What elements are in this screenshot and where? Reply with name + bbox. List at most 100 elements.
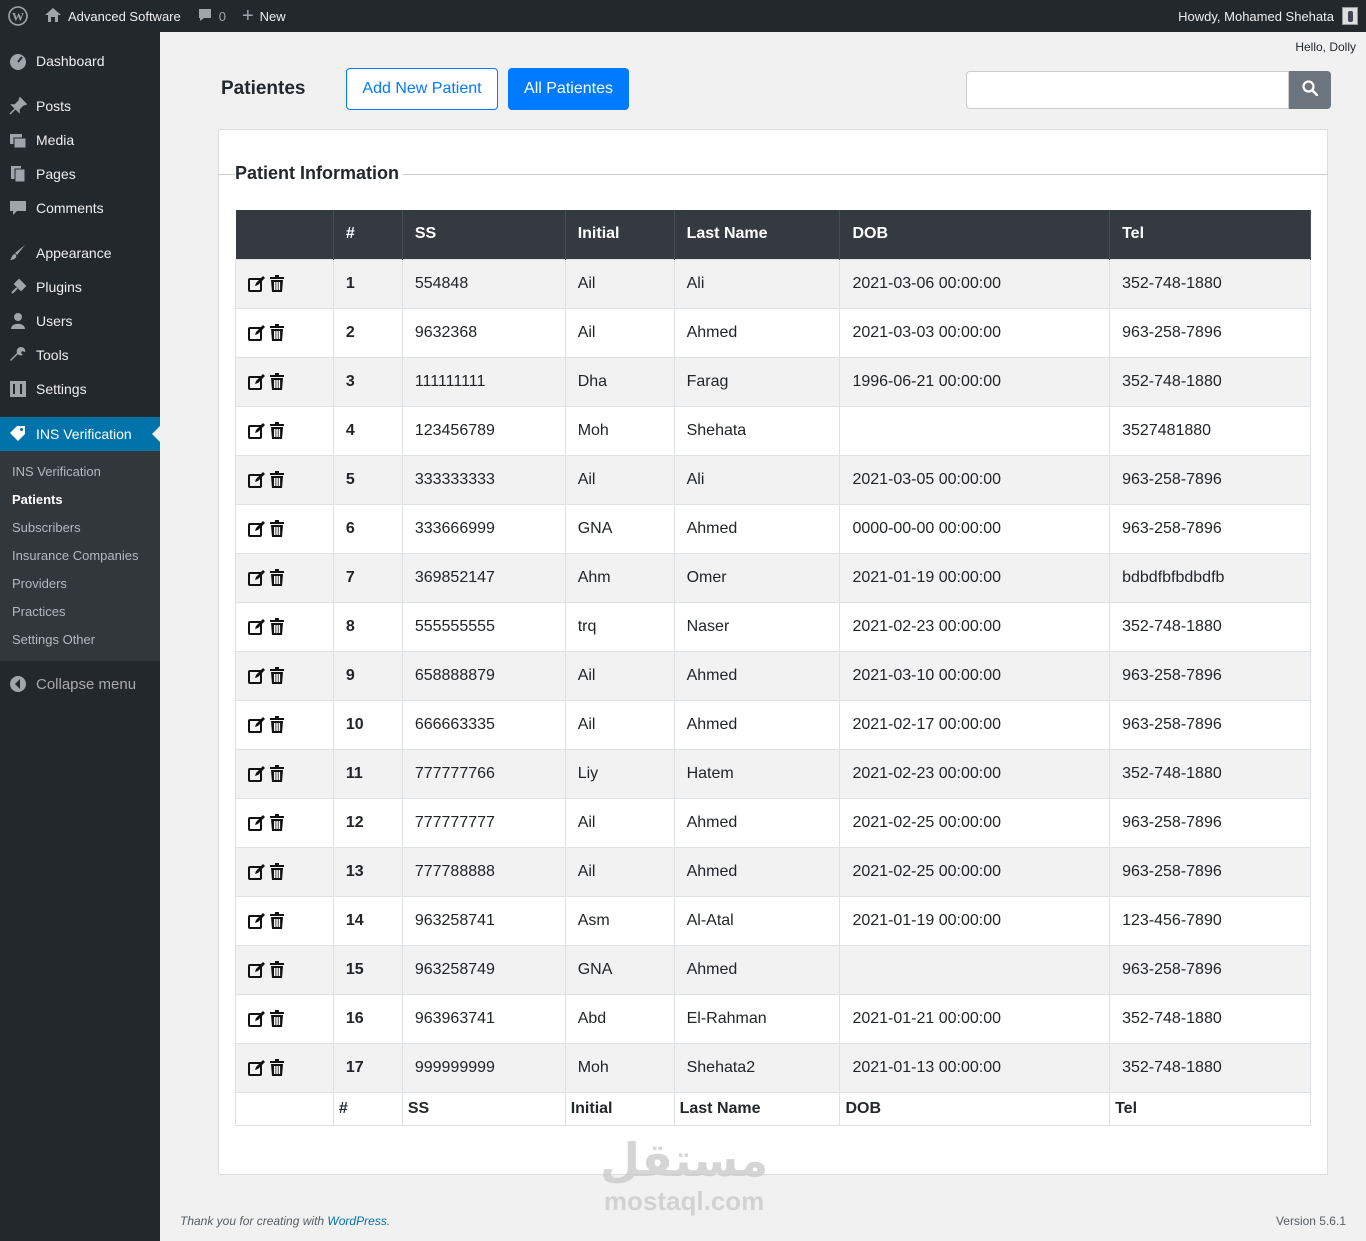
submenu-providers[interactable]: Providers [0, 570, 160, 598]
column-header-actions [235, 210, 334, 259]
cell-ss: 999999999 [402, 1042, 566, 1092]
trash-icon[interactable] [269, 764, 287, 783]
all-patients-button[interactable]: All Patientes [508, 68, 629, 110]
trash-icon[interactable] [269, 519, 287, 538]
cell-initial: trq [565, 601, 675, 651]
trash-icon[interactable] [269, 274, 287, 293]
media-icon [8, 130, 28, 150]
comments-link[interactable]: 0 [189, 0, 234, 32]
cell-initial: Ail [565, 454, 675, 504]
menu-label: Settings [36, 381, 87, 397]
collapse-menu-button[interactable]: Collapse menu [0, 667, 160, 701]
menu-item-dashboard[interactable]: Dashboard [0, 44, 160, 78]
submenu-insurance-companies[interactable]: Insurance Companies [0, 542, 160, 570]
brush-icon [8, 243, 28, 263]
patients-table-body: 1 554848 Ail Ali 2021-03-06 00:00:00 352-748-… [235, 258, 1311, 1092]
cell-ss: 555555555 [402, 601, 566, 651]
menu-item-settings[interactable]: Settings [0, 372, 160, 406]
new-content-link[interactable]: + New [234, 0, 294, 32]
edit-icon[interactable] [248, 961, 266, 979]
trash-icon[interactable] [269, 960, 287, 979]
trash-icon[interactable] [269, 911, 287, 930]
cell-initial: Liy [565, 748, 675, 798]
table-row: 10 666663335 Ail Ahmed 2021-02-17 00:00:00 96… [235, 699, 1311, 749]
cell-tel: 3527481880 [1109, 405, 1311, 455]
menu-item-appearance[interactable]: Appearance [0, 236, 160, 270]
cell-dob [839, 405, 1111, 455]
cell-number: 5 [333, 454, 403, 504]
trash-icon[interactable] [269, 715, 287, 734]
edit-icon[interactable] [248, 1010, 266, 1028]
edit-icon[interactable] [248, 863, 266, 881]
add-new-patient-button[interactable]: Add New Patient [346, 68, 498, 110]
cell-number: 8 [333, 601, 403, 651]
trash-icon[interactable] [269, 862, 287, 881]
cell-tel: 963-258-7896 [1109, 503, 1311, 553]
menu-item-pages[interactable]: Pages [0, 157, 160, 191]
cell-ss: 554848 [402, 258, 566, 308]
edit-icon[interactable] [248, 716, 266, 734]
trash-icon[interactable] [269, 470, 287, 489]
submenu-patients[interactable]: Patients [0, 486, 160, 514]
submenu-subscribers[interactable]: Subscribers [0, 514, 160, 542]
table-row: 1 554848 Ail Ali 2021-03-06 00:00:00 352-748-… [235, 258, 1311, 308]
cell-ss: 666663335 [402, 699, 566, 749]
row-actions-cell [235, 307, 334, 357]
trash-icon[interactable] [269, 1058, 287, 1077]
menu-item-users[interactable]: Users [0, 304, 160, 338]
site-name-link[interactable]: Advanced Software [36, 0, 189, 32]
cell-tel: 963-258-7896 [1109, 944, 1311, 994]
wordpress-link[interactable]: WordPress [327, 1214, 386, 1228]
cell-dob: 2021-01-21 00:00:00 [839, 993, 1111, 1043]
menu-item-tools[interactable]: Tools [0, 338, 160, 372]
edit-icon[interactable] [248, 275, 266, 293]
menu-item-comments[interactable]: Comments [0, 191, 160, 225]
cell-initial: Ail [565, 650, 675, 700]
edit-icon[interactable] [248, 324, 266, 342]
menu-item-posts[interactable]: Posts [0, 89, 160, 123]
wordpress-logo-icon[interactable]: W [0, 0, 36, 32]
trash-icon[interactable] [269, 617, 287, 636]
cell-dob: 2021-02-17 00:00:00 [839, 699, 1111, 749]
edit-icon[interactable] [248, 618, 266, 636]
site-name-label: Advanced Software [68, 8, 181, 24]
edit-icon[interactable] [248, 471, 266, 489]
trash-icon[interactable] [269, 421, 287, 440]
cell-last-name: Hatem [674, 748, 841, 798]
edit-icon[interactable] [248, 765, 266, 783]
trash-icon[interactable] [269, 813, 287, 832]
submenu-ins-verification[interactable]: INS Verification [0, 458, 160, 486]
patient-card: Patient Information # SS Initial Last Na… [218, 129, 1328, 1175]
cell-tel: 352-748-1880 [1109, 258, 1311, 308]
trash-icon[interactable] [269, 372, 287, 391]
edit-icon[interactable] [248, 520, 266, 538]
trash-icon[interactable] [269, 568, 287, 587]
edit-icon[interactable] [248, 422, 266, 440]
menu-item-media[interactable]: Media [0, 123, 160, 157]
menu-item-plugins[interactable]: Plugins [0, 270, 160, 304]
my-account[interactable]: Howdy, Mohamed Shehata [1178, 7, 1366, 25]
home-icon [44, 7, 62, 26]
trash-icon[interactable] [269, 1009, 287, 1028]
cell-dob: 2021-03-05 00:00:00 [839, 454, 1111, 504]
search-input[interactable] [966, 71, 1289, 109]
submenu-practices[interactable]: Practices [0, 598, 160, 626]
edit-icon[interactable] [248, 912, 266, 930]
edit-icon[interactable] [248, 1059, 266, 1077]
column-header-dob: DOB [839, 210, 1111, 259]
footer-col-last-name: Last Name [673, 1091, 841, 1126]
cell-dob: 2021-03-03 00:00:00 [839, 307, 1111, 357]
edit-icon[interactable] [248, 667, 266, 685]
cell-ss: 111111111 [402, 356, 566, 406]
trash-icon[interactable] [269, 323, 287, 342]
cell-last-name: Naser [674, 601, 841, 651]
edit-icon[interactable] [248, 814, 266, 832]
submenu-settings-other[interactable]: Settings Other [0, 626, 160, 654]
edit-icon[interactable] [248, 373, 266, 391]
table-row: 5 333333333 Ail Ali 2021-03-05 00:00:00 963-2… [235, 454, 1311, 504]
menu-item-ins-verification[interactable]: INS Verification [0, 417, 160, 451]
search-button[interactable] [1289, 71, 1331, 109]
howdy-text: Howdy, Mohamed Shehata [1178, 8, 1334, 24]
trash-icon[interactable] [269, 666, 287, 685]
edit-icon[interactable] [248, 569, 266, 587]
